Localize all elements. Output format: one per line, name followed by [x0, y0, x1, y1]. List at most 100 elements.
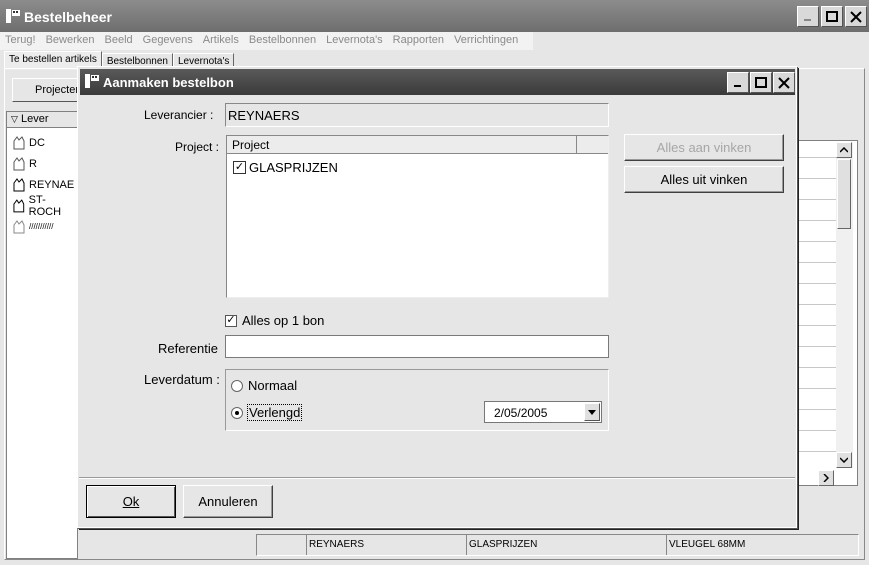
ok-button[interactable]: Ok — [86, 485, 176, 518]
chevron-down-icon — [840, 457, 848, 463]
date-dropdown-button[interactable] — [584, 403, 600, 421]
project-column-header[interactable]: Project — [227, 136, 577, 154]
app-icon — [6, 9, 20, 23]
main-title-bar: Bestelbeheer — [0, 0, 869, 32]
scroll-down-button[interactable] — [836, 452, 852, 468]
project-list[interactable]: Project ✓ GLASPRIJZEN — [226, 135, 609, 298]
dialog-maximize-button[interactable] — [750, 72, 772, 93]
menu-bar: Terug! Bewerken Beeld Gegevens Artikels … — [0, 32, 869, 50]
grid-line — [797, 241, 837, 242]
scroll-up-button[interactable] — [836, 142, 852, 158]
status-cell-project: GLASPRIJZEN — [467, 535, 667, 555]
window-title: Bestelbeheer — [24, 9, 112, 25]
menu-levernotas[interactable]: Levernota's — [321, 32, 388, 50]
menu-items: Terug! Bewerken Beeld Gegevens Artikels … — [0, 32, 533, 50]
project-row-label: GLASPRIJZEN — [249, 160, 338, 175]
status-cell-supplier: REYNAERS — [307, 535, 467, 555]
maximize-button[interactable] — [821, 6, 843, 27]
supplier-icon — [13, 177, 25, 191]
grid-line — [797, 367, 837, 368]
delivery-extended-label: Verlengd — [247, 404, 303, 421]
project-list-header: Project — [227, 136, 608, 154]
all-on-one-checkbox[interactable]: ✓ — [225, 314, 237, 327]
supplier-list-header-label: Lever — [21, 113, 49, 125]
close-button[interactable] — [845, 6, 867, 27]
status-cell — [257, 535, 307, 555]
supplier-value: REYNAERS — [228, 108, 300, 123]
status-cell-article: VLEUGEL 68MM — [669, 539, 746, 550]
grid-line — [797, 346, 837, 347]
grid-line — [797, 388, 837, 389]
menu-bestelbonnen[interactable]: Bestelbonnen — [244, 32, 321, 50]
close-icon — [778, 76, 790, 89]
supplier-label: Leverancier : — [144, 108, 214, 122]
delivery-normal-label: Normaal — [248, 378, 298, 393]
grid-line — [797, 304, 837, 305]
supplier-icon — [13, 156, 25, 170]
delivery-normal-radio[interactable] — [231, 379, 243, 392]
project-row[interactable]: ✓ GLASPRIJZEN — [233, 160, 338, 175]
maximize-icon — [826, 10, 838, 22]
cancel-button[interactable]: Annuleren — [183, 485, 273, 518]
reference-value — [226, 336, 608, 340]
dialog-separator — [79, 477, 795, 479]
uncheck-all-button[interactable]: Alles uit vinken — [624, 166, 784, 193]
list-item-label: DC — [29, 136, 45, 149]
all-on-one-checkbox-row[interactable]: ✓ Alles op 1 bon — [225, 313, 324, 328]
delivery-date-select[interactable]: 2/05/2005 — [484, 401, 602, 423]
ok-button-label: Ok — [122, 494, 140, 509]
scroll-right-button[interactable] — [818, 470, 834, 486]
grid-line — [797, 325, 837, 326]
dialog-minimize-button[interactable] — [727, 72, 749, 93]
grid-line — [797, 262, 837, 263]
list-item-label: R — [29, 157, 37, 170]
create-order-dialog: Aanmaken bestelbon Leverancier : REYNAER… — [77, 66, 797, 528]
list-item-label: ST-ROCH — [28, 193, 62, 218]
all-on-one-label: Alles op 1 bon — [242, 313, 325, 328]
menu-gegevens[interactable]: Gegevens — [138, 32, 198, 50]
list-item-label: REYNAE — [29, 178, 75, 191]
reference-label: Referentie — [158, 341, 218, 356]
menu-bewerken[interactable]: Bewerken — [41, 32, 100, 50]
list-item[interactable]: ST-ROCH — [11, 193, 77, 218]
list-item[interactable]: R — [11, 153, 37, 174]
check-all-button[interactable]: Alles aan vinken — [624, 134, 784, 161]
dialog-title-bar[interactable]: Aanmaken bestelbon — [80, 69, 795, 95]
supplier-field: REYNAERS — [225, 103, 609, 127]
grid-line — [797, 178, 837, 179]
grid-line — [797, 199, 837, 200]
scrollbar-thumb[interactable] — [837, 159, 851, 229]
chevron-down-icon — [588, 409, 596, 415]
supplier-list[interactable]: Lever ▽ DC R REYNAE ST-ROCH /////////// — [6, 111, 79, 559]
projects-button[interactable]: Projecten — [12, 78, 82, 102]
delivery-normal-option[interactable]: Normaal — [231, 378, 297, 393]
minimize-icon — [734, 84, 741, 87]
list-item[interactable]: /////////// — [11, 216, 53, 237]
empty-column-header[interactable] — [577, 136, 608, 154]
dialog-title: Aanmaken bestelbon — [103, 75, 234, 90]
menu-terug[interactable]: Terug! — [0, 32, 41, 50]
dialog-close-button[interactable] — [773, 72, 795, 93]
delivery-extended-option[interactable]: Verlengd — [231, 404, 303, 421]
project-checkbox[interactable]: ✓ — [233, 161, 246, 174]
radio-selected-dot — [235, 410, 239, 415]
reference-input[interactable] — [225, 335, 609, 358]
delivery-extended-radio[interactable] — [231, 406, 243, 419]
minimize-button[interactable] — [797, 6, 819, 27]
menu-verrichtingen[interactable]: Verrichtingen — [449, 32, 523, 50]
menu-rapporten[interactable]: Rapporten — [388, 32, 449, 50]
grid-line — [797, 430, 837, 431]
menu-artikels[interactable]: Artikels — [198, 32, 244, 50]
list-item[interactable]: DC — [11, 132, 45, 153]
grid-line — [797, 409, 837, 410]
selected-article-row: REYNAERS GLASPRIJZEN VLEUGEL 68MM — [256, 534, 859, 556]
project-label: Project : — [175, 140, 220, 154]
app-icon — [85, 74, 99, 88]
list-item[interactable]: REYNAE — [11, 174, 74, 195]
grid-line — [797, 157, 837, 158]
minimize-icon — [804, 18, 811, 21]
menu-beeld[interactable]: Beeld — [100, 32, 138, 50]
close-icon — [850, 10, 862, 23]
supplier-icon — [13, 219, 25, 233]
maximize-icon — [755, 76, 767, 88]
